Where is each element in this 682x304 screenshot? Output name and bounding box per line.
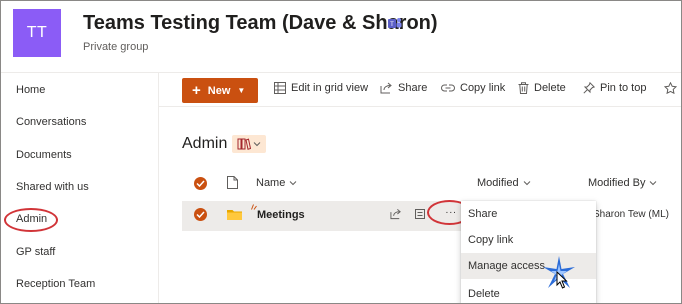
nav-item-gp-staff[interactable]: GP staff xyxy=(16,246,55,258)
chevron-down-icon xyxy=(289,181,297,186)
chevron-down-icon xyxy=(253,142,261,147)
pin-to-top-button[interactable]: Pin to top xyxy=(583,82,646,94)
teams-icon[interactable]: T xyxy=(388,17,402,30)
column-header-name-label: Name xyxy=(256,177,286,189)
column-header-modified[interactable]: Modified xyxy=(477,177,531,189)
site-header: TT Teams Testing Team (Dave & Sharon) T … xyxy=(1,1,681,73)
nav-item-home[interactable]: Home xyxy=(16,84,45,96)
row-checkbox[interactable] xyxy=(194,208,207,221)
share-label: Share xyxy=(398,82,428,94)
left-navigation: Home Conversations Documents Shared with… xyxy=(1,73,159,303)
copy-link-button[interactable]: Copy link xyxy=(441,82,505,94)
view-switcher-button[interactable] xyxy=(232,135,266,153)
select-all-checkbox[interactable] xyxy=(194,177,207,190)
sharepoint-window: TT Teams Testing Team (Dave & Sharon) T … xyxy=(0,0,682,304)
modified-by-value: Sharon Tew (ML) xyxy=(593,209,669,220)
chevron-down-icon: ▼ xyxy=(237,86,246,95)
checkmark-icon xyxy=(196,211,205,218)
share-icon xyxy=(380,82,392,94)
new-button[interactable]: + New ▼ xyxy=(182,78,258,103)
folder-name-link[interactable]: Meetings xyxy=(257,209,305,221)
column-header-modified-by-label: Modified By xyxy=(588,177,646,189)
chevron-down-icon xyxy=(523,181,530,186)
library-title: Admin xyxy=(182,135,228,152)
pin-to-top-label: Pin to top xyxy=(600,82,647,94)
menu-item-copy-link[interactable]: Copy link xyxy=(461,227,596,253)
star-icon xyxy=(664,82,677,94)
nav-item-documents[interactable]: Documents xyxy=(16,149,72,161)
site-privacy-label: Private group xyxy=(83,41,149,53)
menu-item-share[interactable]: Share xyxy=(461,201,596,227)
trash-icon xyxy=(518,82,529,94)
file-type-icon[interactable] xyxy=(227,176,238,189)
command-bar: + New ▼ Edit in grid view Share Copy lin… xyxy=(159,73,681,107)
flow-icon[interactable] xyxy=(415,208,428,220)
copy-link-label: Copy link xyxy=(460,82,506,94)
column-header-modified-by[interactable]: Modified By xyxy=(588,177,657,189)
plus-icon: + xyxy=(192,82,201,99)
delete-label: Delete xyxy=(534,82,566,94)
nav-item-shared-with-us[interactable]: Shared with us xyxy=(16,181,89,193)
library-icon xyxy=(237,138,251,150)
edit-grid-view-label: Edit in grid view xyxy=(291,82,369,94)
column-header-name[interactable]: Name xyxy=(256,177,297,189)
edit-grid-view-button[interactable]: Edit in grid view xyxy=(274,82,368,94)
share-icon[interactable] xyxy=(390,208,402,220)
favorite-button[interactable] xyxy=(664,82,677,94)
site-title[interactable]: Teams Testing Team (Dave & Sharon) xyxy=(83,12,438,35)
pin-icon xyxy=(583,82,595,94)
admin-highlight-circle xyxy=(4,208,58,232)
chevron-down-icon xyxy=(650,181,657,186)
share-button[interactable]: Share xyxy=(380,82,427,94)
checkmark-icon xyxy=(196,180,205,187)
delete-button[interactable]: Delete xyxy=(518,82,566,94)
column-header-modified-label: Modified xyxy=(477,177,519,189)
nav-item-conversations[interactable]: Conversations xyxy=(16,116,86,128)
mouse-pointer-icon xyxy=(556,271,568,289)
grid-icon xyxy=(274,82,286,94)
folder-icon xyxy=(227,210,242,220)
site-logo[interactable]: TT xyxy=(13,9,61,57)
nav-item-reception-team[interactable]: Reception Team xyxy=(16,278,95,290)
svg-text:T: T xyxy=(390,22,394,28)
link-icon xyxy=(441,84,455,92)
new-button-label: New xyxy=(207,84,231,97)
